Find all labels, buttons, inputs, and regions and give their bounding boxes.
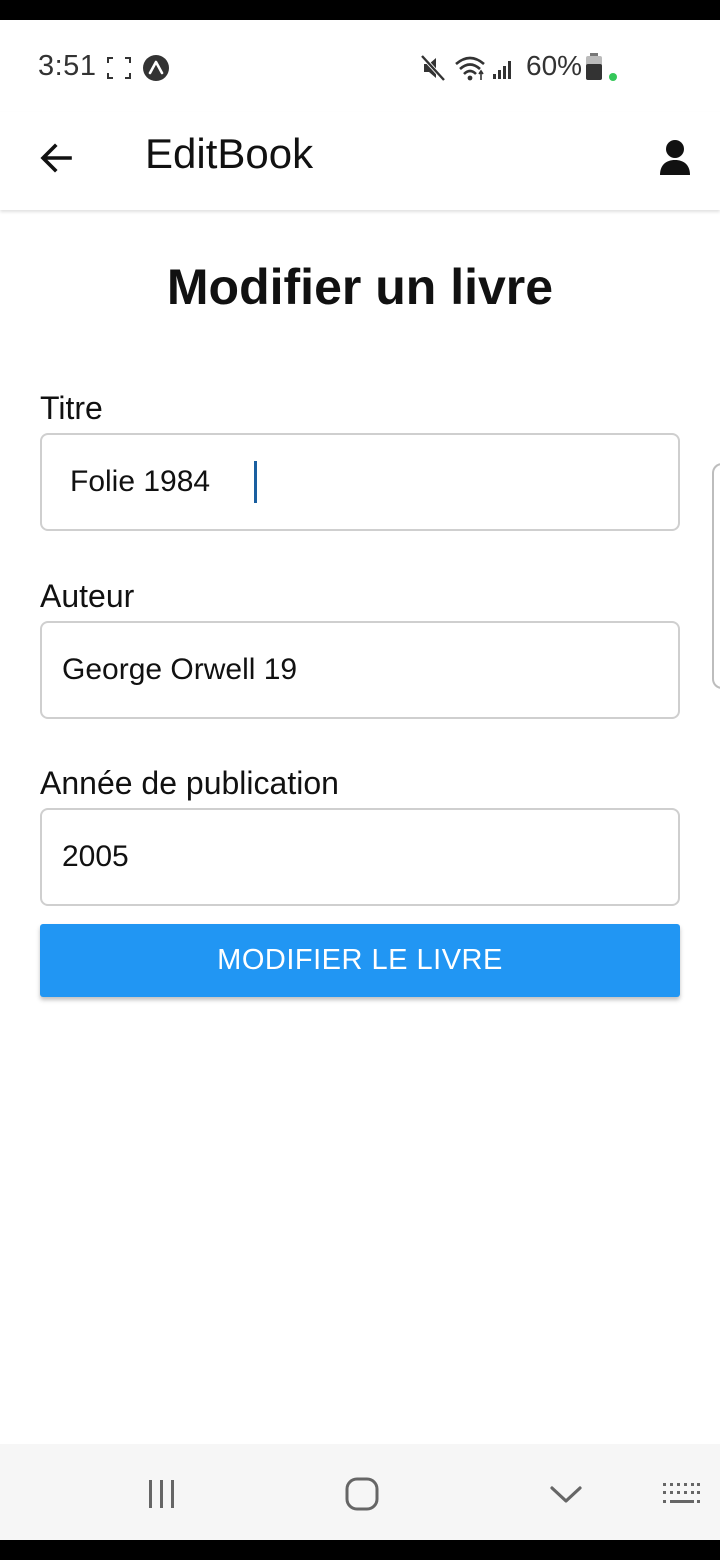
home-icon [345, 1477, 379, 1511]
status-time: 3:51 [38, 50, 97, 82]
back-chevron-icon [550, 1486, 582, 1503]
keyboard-icon [663, 1483, 700, 1503]
author-input[interactable] [42, 623, 678, 717]
bottom-bezel [0, 1540, 720, 1560]
recent-apps-button[interactable] [136, 1468, 188, 1520]
navigation-bar [0, 1444, 720, 1540]
battery-percent: 60% [526, 50, 583, 81]
mute-icon [420, 54, 446, 82]
page-title: Modifier un livre [166, 259, 554, 315]
app-notification-icon [143, 55, 169, 81]
author-label: Auteur [40, 578, 135, 614]
screen: 3:51 60% EditBook Modifier un livre Titr… [0, 0, 720, 1560]
home-button[interactable] [336, 1468, 388, 1520]
wifi-icon [455, 56, 485, 81]
year-label: Année de publication [40, 765, 339, 801]
title-field[interactable] [40, 433, 680, 531]
submit-button-label: MODIFIER LE LIVRE [217, 944, 503, 976]
signal-icon [493, 61, 511, 79]
submit-button[interactable]: MODIFIER LE LIVRE [40, 924, 680, 997]
edge-panel-handle[interactable] [712, 463, 720, 689]
back-nav-button[interactable] [538, 1468, 594, 1520]
arrow-left-icon [40, 143, 72, 173]
keyboard-button[interactable] [656, 1472, 706, 1516]
dot-indicator-icon [609, 73, 617, 81]
year-field[interactable] [40, 808, 680, 906]
title-input[interactable] [42, 435, 678, 529]
app-bar: EditBook [0, 112, 720, 210]
title-label: Titre [40, 390, 103, 426]
battery-icon [586, 53, 602, 80]
text-cursor [254, 461, 257, 503]
author-field[interactable] [40, 621, 680, 719]
profile-button[interactable] [652, 132, 698, 184]
back-button[interactable] [32, 134, 80, 182]
app-title: EditBook [145, 130, 314, 177]
screenshot-bracket-icon [107, 57, 131, 79]
status-bar: 3:51 60% [0, 20, 720, 112]
recent-apps-icon [149, 1480, 174, 1508]
user-icon [660, 140, 690, 175]
top-bezel [0, 0, 720, 20]
year-input[interactable] [42, 810, 678, 904]
